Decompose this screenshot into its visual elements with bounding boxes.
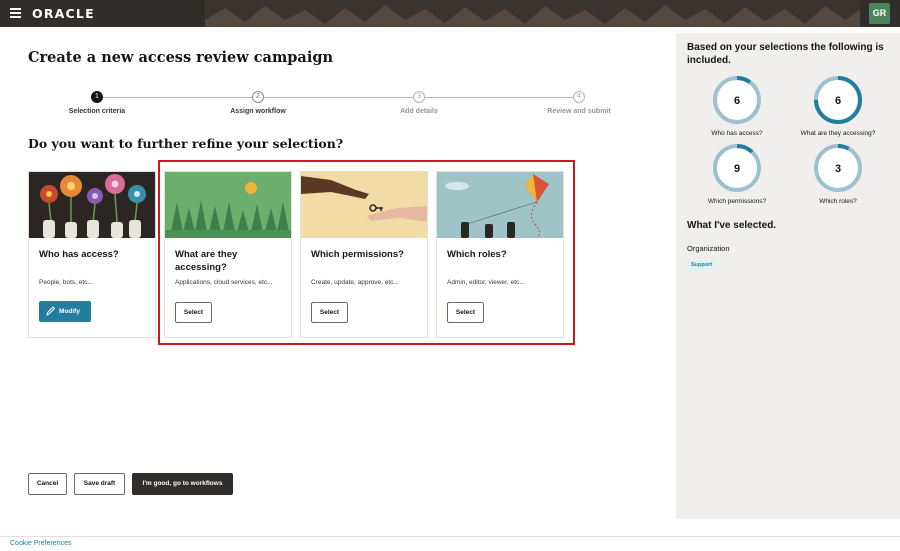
top-navigation-bar: ORACLE GR [0, 0, 900, 27]
step-add-details: 3 Add details [359, 91, 479, 115]
step-label: Review and submit [547, 108, 611, 115]
highlight-frame [158, 160, 575, 345]
summary-heading: Based on your selections the following i… [687, 42, 884, 66]
metric-label: What are they accessing? [800, 130, 876, 137]
refine-question: Do you want to further refine your selec… [28, 136, 344, 151]
metric-what-are-they-accessing: 6 What are they accessing? [783, 75, 893, 137]
modify-button[interactable]: Modify [39, 301, 91, 322]
selected-heading: What I've selected. [687, 220, 777, 231]
metric-value: 6 [835, 95, 841, 107]
step-review-and-submit: 4 Review and submit [519, 91, 639, 115]
donut-ring-icon: 6 [814, 76, 862, 124]
organization-label: Organization [687, 244, 730, 253]
metric-label: Who has access? [711, 130, 763, 137]
step-selection-criteria[interactable]: 1 Selection criteria [37, 91, 157, 115]
metric-value: 3 [835, 163, 841, 175]
cancel-button[interactable]: Cancel [28, 473, 67, 495]
metric-value: 9 [734, 163, 740, 175]
metric-value: 6 [734, 95, 740, 107]
page-footer: Cookie Preferences [0, 536, 900, 551]
organization-badge: Support [687, 260, 717, 271]
step-assign-workflow[interactable]: 2 Assign workflow [198, 91, 318, 115]
metric-which-permissions: 9 Which permissions? [682, 143, 792, 205]
hamburger-menu-icon[interactable] [10, 8, 21, 18]
card-who-has-access: Who has access? People, bots, etc... Mod… [28, 171, 156, 338]
go-to-workflows-button[interactable]: I'm good, go to workflows [132, 473, 233, 495]
step-label: Add details [400, 108, 438, 115]
donut-ring-icon: 6 [713, 76, 761, 124]
save-draft-button[interactable]: Save draft [74, 473, 125, 495]
pencil-icon [46, 306, 55, 316]
donut-ring-icon: 9 [713, 144, 761, 192]
metric-which-roles: 3 Which roles? [783, 143, 893, 205]
step-number: 3 [413, 91, 425, 103]
decorative-banner [205, 0, 860, 27]
summary-panel: Based on your selections the following i… [676, 33, 900, 519]
card-description: People, bots, etc... [39, 279, 93, 286]
cookie-preferences-link[interactable]: Cookie Preferences [10, 540, 71, 547]
step-number: 4 [573, 91, 585, 103]
user-avatar[interactable]: GR [869, 3, 890, 24]
step-label: Selection criteria [68, 108, 126, 115]
page-title: Create a new access review campaign [28, 49, 334, 66]
card-title: Who has access? [39, 249, 119, 260]
progress-stepper: 1 Selection criteria 2 Assign workflow 3… [0, 91, 676, 121]
donut-ring-icon: 3 [814, 144, 862, 192]
oracle-logo: ORACLE [32, 6, 95, 21]
metric-who-has-access: 6 Who has access? [682, 75, 792, 137]
step-number: 2 [252, 91, 264, 103]
step-number: 1 [91, 91, 103, 103]
modify-button-label: Modify [59, 308, 80, 315]
metric-label: Which roles? [819, 198, 857, 205]
main-content: Create a new access review campaign 1 Se… [0, 33, 676, 519]
metric-label: Which permissions? [707, 198, 767, 205]
step-label: Assign workflow [230, 108, 286, 115]
flowers-hands-illustration [29, 172, 155, 238]
